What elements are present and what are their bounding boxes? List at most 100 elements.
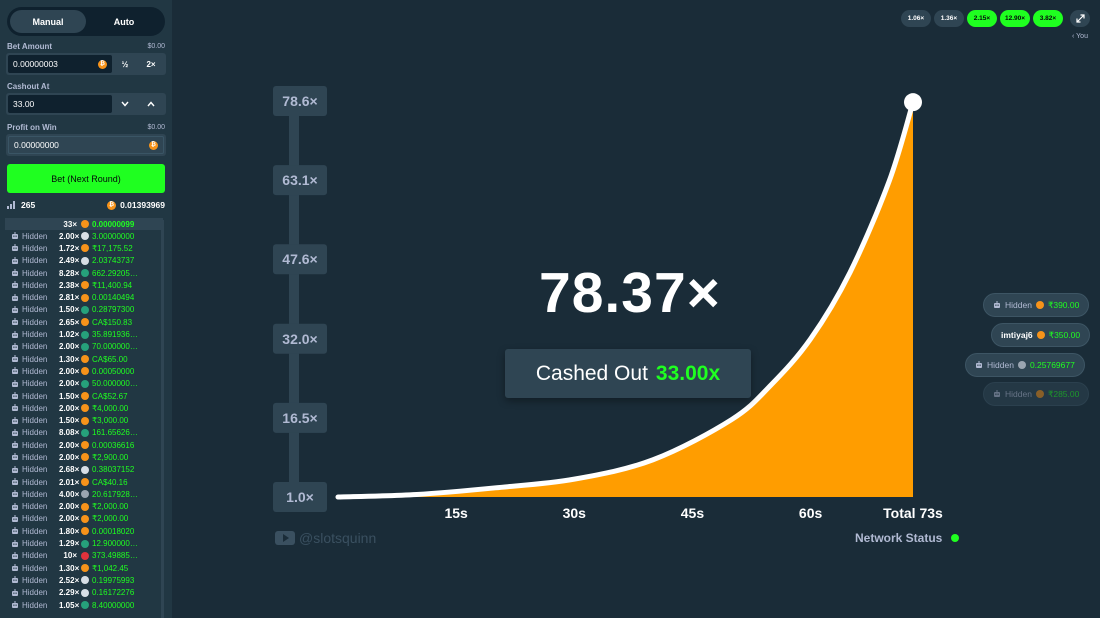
player-name: Hidden	[22, 416, 48, 426]
cashout-increase-button[interactable]	[138, 95, 164, 113]
live-cashout-pill: Hidden ₹285.00	[983, 382, 1090, 406]
bet-player: Hidden	[5, 576, 59, 585]
bet-player: Hidden	[5, 416, 59, 425]
live-cashout-pill: imtiyaj6 ₹350.00	[991, 323, 1091, 347]
profit-value: 0.00000000	[14, 140, 59, 150]
bet-amount: 50.000000…	[92, 379, 138, 389]
cashout-player: Hidden	[987, 360, 1014, 370]
hidden-user-icon	[12, 576, 18, 584]
bet-player: Hidden	[5, 502, 59, 511]
tab-auto[interactable]: Auto	[86, 10, 162, 33]
bets-list: 33× 0.00000099 Hidden 2.00× 3.00000000 Hidd…	[5, 218, 163, 618]
bet-amount-label: Bet Amount	[7, 42, 53, 51]
profit-usd: $0.00	[147, 124, 165, 131]
bet-player: Hidden	[5, 601, 59, 610]
currency-icon	[81, 318, 89, 327]
bet-amount-usd: $0.00	[147, 43, 165, 50]
bet-multiplier: 2.00×	[59, 502, 80, 512]
bet-row: Hidden 4.00× 20.617928…	[5, 488, 163, 500]
currency-icon	[81, 428, 89, 437]
half-button[interactable]: ½	[112, 55, 138, 73]
bet-amount: ₹2,000.00	[92, 514, 129, 524]
bet-amount: ₹2,000.00	[92, 502, 129, 512]
bet-amount: 35.891936…	[92, 330, 138, 340]
bet-player: Hidden	[5, 404, 59, 413]
cashout-amount: ₹390.00	[1047, 299, 1080, 310]
player-name: Hidden	[22, 293, 48, 303]
currency-icon	[81, 527, 89, 536]
bet-amount: CA$52.67	[92, 391, 128, 401]
bet-row: Hidden 2.81× 0.00140494	[5, 291, 163, 303]
bet-player: Hidden	[5, 244, 59, 253]
chevron-up-icon	[147, 101, 155, 107]
player-name: Hidden	[22, 366, 48, 376]
bet-amount: 2.03743737	[92, 256, 135, 266]
cashout-decrease-button[interactable]	[112, 95, 138, 113]
hidden-user-icon	[12, 318, 18, 326]
bet-multiplier: 1.50×	[59, 391, 80, 401]
player-name: Hidden	[22, 379, 48, 389]
y-tick-label: 16.5×	[282, 410, 317, 426]
player-name: Hidden	[22, 342, 48, 352]
hidden-user-icon	[12, 502, 18, 510]
cashout-group: 33.00	[6, 93, 166, 115]
currency-icon	[81, 539, 89, 548]
bet-multiplier: 2.00×	[59, 342, 80, 352]
profit-field: 0.00000000 ₿	[8, 136, 164, 154]
player-name: Hidden	[22, 600, 48, 610]
bet-row: Hidden 2.00× 50.000000…	[5, 378, 163, 390]
chevron-down-icon	[121, 101, 129, 107]
tab-manual[interactable]: Manual	[10, 10, 86, 33]
bet-row: Hidden 1.50× CA$52.67	[5, 390, 163, 402]
cashout-player: imtiyaj6	[1001, 330, 1033, 340]
players-icon	[7, 201, 15, 209]
cashout-input[interactable]: 33.00	[8, 95, 112, 113]
hidden-user-icon	[976, 361, 982, 368]
bet-row: Hidden 1.05× 8.40000000	[5, 599, 163, 611]
y-tick: 32.0×	[273, 323, 327, 354]
x-tick-label: 30s	[563, 505, 587, 521]
hidden-user-icon	[12, 305, 18, 313]
player-name: Hidden	[22, 280, 48, 290]
bet-player: Hidden	[5, 318, 59, 327]
hidden-user-icon	[12, 490, 18, 498]
profit-label: Profit on Win	[7, 123, 57, 132]
player-name: Hidden	[22, 514, 48, 524]
y-tick-label: 32.0×	[282, 331, 317, 347]
hidden-user-icon	[12, 539, 18, 547]
bet-row: Hidden 10× 373.49885…	[5, 550, 163, 562]
y-tick-label: 63.1×	[282, 172, 317, 188]
bet-player: Hidden	[5, 428, 59, 437]
hidden-user-icon	[12, 416, 18, 424]
currency-icon	[81, 244, 89, 253]
bet-multiplier: 10×	[63, 551, 77, 561]
hidden-user-icon	[12, 392, 18, 399]
cashout-value: 33.00	[13, 99, 35, 109]
x-tick-label: 60s	[799, 505, 823, 521]
currency-icon	[81, 379, 89, 388]
bet-player: Hidden	[5, 478, 59, 487]
hidden-user-icon	[12, 441, 18, 449]
bet-button[interactable]: Bet (Next Round)	[7, 164, 165, 193]
header-amount: 0.00000099	[92, 219, 135, 229]
y-tick: 47.6×	[273, 244, 327, 275]
bet-player: Hidden	[5, 551, 59, 560]
bets-scrollbar[interactable]	[161, 220, 164, 618]
player-name: Hidden	[22, 465, 48, 475]
hidden-user-icon	[12, 293, 18, 301]
bet-row: Hidden 2.65× CA$150.83	[5, 316, 163, 328]
currency-icon	[81, 502, 89, 511]
currency-icon	[81, 355, 89, 364]
player-name: Hidden	[22, 317, 48, 327]
hidden-user-icon	[994, 301, 1000, 308]
player-name: Hidden	[22, 391, 48, 401]
hidden-user-icon	[12, 551, 18, 559]
youtube-icon	[275, 531, 295, 545]
bet-multiplier: 2.38×	[59, 280, 80, 290]
hidden-user-icon	[12, 465, 18, 473]
bet-multiplier: 2.65×	[59, 317, 80, 327]
y-axis-track	[289, 100, 299, 500]
bet-amount-input[interactable]: 0.00000003 ₿	[8, 55, 112, 73]
double-button[interactable]: 2×	[138, 55, 164, 73]
bet-multiplier: 2.00×	[59, 379, 80, 389]
